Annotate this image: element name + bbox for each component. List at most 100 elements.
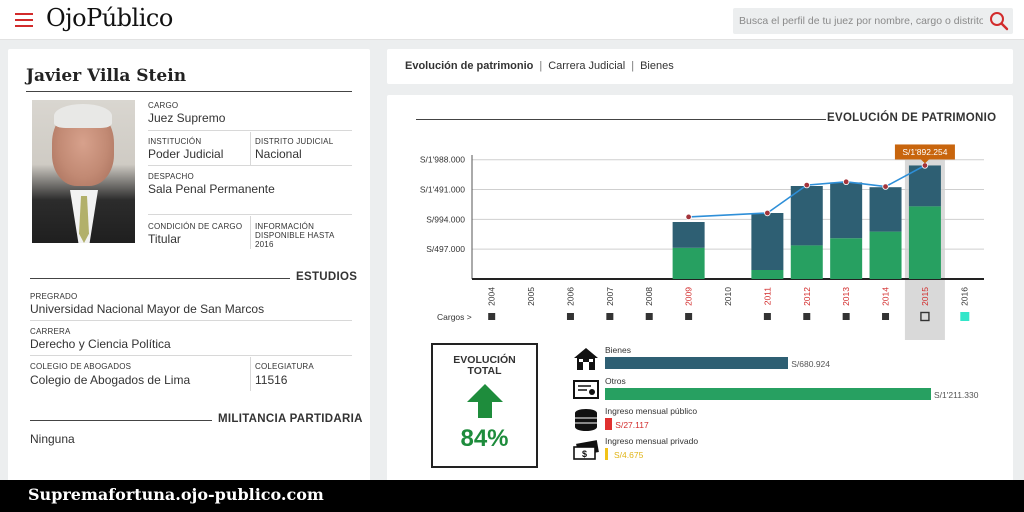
cargo-marker-2006 (566, 313, 574, 320)
legend-row: Bienes S/680.924 (573, 345, 983, 373)
bar-2011-1 (751, 213, 784, 270)
judge-name: Javier Villa Stein (26, 66, 187, 86)
bar-2015-0 (908, 206, 941, 279)
distrito-label: DISTRITO JUDICIAL (255, 137, 334, 146)
legend-bar (605, 388, 931, 400)
institucion-value: Poder Judicial (148, 147, 224, 161)
cargo-label: CARGO (148, 101, 179, 110)
cargo-marker-2007 (606, 313, 614, 320)
legend-label: Bienes (605, 345, 631, 355)
x-tick-label-2009: 2009 (684, 287, 694, 306)
x-tick-label-2007: 2007 (605, 287, 615, 306)
legend-bar (605, 418, 613, 430)
name-divider (26, 91, 352, 92)
footer-bar: Supremafortuna.ojo-publico.com (0, 480, 1024, 512)
y-tick-label: S/1'491.000 (420, 185, 465, 195)
judge-photo (32, 100, 135, 243)
institucion-label: INSTITUCIÓN (148, 137, 202, 146)
x-tick-label-2014: 2014 (881, 287, 891, 306)
evolucion-total-percent: 84% (460, 425, 509, 452)
y-tick-label: S/1'988.000 (420, 155, 465, 165)
condicion-label: CONDICIÓN DE CARGO (148, 222, 243, 231)
cargos-label: Cargos > (437, 312, 472, 322)
cargo-marker-2011 (763, 313, 771, 320)
x-tick-label-2008: 2008 (644, 287, 654, 306)
legend-label: Otros (605, 376, 626, 386)
cargo-marker-2016 (960, 312, 970, 321)
tab-bienes[interactable]: Bienes (640, 60, 674, 72)
search-input[interactable] (739, 12, 983, 30)
cargo-marker-2014 (882, 313, 890, 320)
x-tick-label-2012: 2012 (802, 287, 812, 306)
coins-icon (573, 408, 599, 432)
carrera-value: Derecho y Ciencia Política (30, 337, 171, 351)
site-url: Supremafortuna.ojo-publico.com (28, 485, 324, 504)
x-tick-label-2006: 2006 (565, 287, 575, 306)
legend-row: $ Ingreso mensual privado S/4.675 (573, 436, 983, 464)
legend-value: S/1'211.330 (934, 390, 979, 400)
legend-value: S/680.924 (791, 359, 831, 369)
bar-2013-0 (830, 238, 863, 279)
legend-row: Otros S/1'211.330 (573, 376, 983, 404)
patrimonio-chart: S/497.000 S/994.000 S/1'491.000 S/1'988.000… (420, 144, 984, 340)
tab-separator: | (631, 60, 635, 72)
house-icon (573, 347, 599, 371)
tab-evolucion-patrimonio[interactable]: Evolución de patrimonio (405, 60, 533, 72)
colegiatura-value: 11516 (255, 373, 288, 387)
distrito-value: Nacional (255, 147, 302, 161)
search-icon[interactable] (989, 11, 1009, 31)
despacho-value: Sala Penal Permanente (148, 182, 275, 196)
x-tick-label-2005: 2005 (526, 287, 536, 306)
svg-text:$: $ (582, 449, 587, 459)
top-bar: OjoPúblico (0, 0, 1024, 40)
x-tick-label-2015: 2015 (920, 287, 930, 306)
bar-2014-0 (869, 231, 902, 279)
certificate-icon (573, 378, 599, 402)
evolucion-total-box: EVOLUCIÓN TOTAL 84% (431, 343, 538, 468)
bar-2009-0 (672, 247, 705, 279)
chart-card: EVOLUCIÓN DE PATRIMONIO S/497.000 S/994.0… (387, 95, 1013, 489)
x-tick-label-2004: 2004 (487, 287, 497, 306)
cargo-marker-2009 (685, 313, 693, 320)
cargo-marker-2012 (803, 313, 811, 320)
line-point (803, 181, 810, 189)
x-tick-label-2016: 2016 (959, 287, 969, 306)
tabs-card: Evolución de patrimonio | Carrera Judicial… (387, 49, 1013, 84)
estudios-heading: ESTUDIOS (290, 271, 358, 283)
militancia-heading: MILITANCIA PARTIDARIA (212, 413, 363, 425)
bar-2011-0 (751, 270, 784, 279)
search-box (733, 8, 1013, 34)
cargo-value: Juez Supremo (148, 111, 226, 125)
colegio-label: COLEGIO DE ABOGADOS (30, 362, 132, 371)
bar-2012-1 (790, 186, 823, 246)
bar-2014-1 (869, 187, 902, 232)
legend-value: S/27.117 (615, 420, 649, 430)
tab-carrera-judicial[interactable]: Carrera Judicial (548, 60, 625, 72)
legend-value: S/4.675 (614, 450, 644, 460)
tooltip-value: S/1'892.254 (902, 147, 947, 157)
line-point (764, 209, 771, 217)
colegiatura-label: COLEGIATURA (255, 362, 314, 371)
logo[interactable]: OjoPúblico (46, 4, 173, 32)
y-tick-label: S/497.000 (426, 244, 465, 254)
militancia-value: Ninguna (30, 432, 75, 446)
legend-label: Ingreso mensual público (605, 406, 698, 416)
legend-row: Ingreso mensual público S/27.117 (573, 406, 983, 434)
arrow-up-icon (467, 384, 503, 418)
tab-separator: | (539, 60, 543, 72)
y-tick-label: S/994.000 (426, 214, 465, 224)
colegio-value: Colegio de Abogados de Lima (30, 373, 191, 387)
condicion-value: Titular (148, 232, 181, 246)
bar-2013-1 (830, 182, 863, 239)
x-tick-label-2013: 2013 (841, 287, 851, 306)
x-tick-label-2010: 2010 (723, 287, 733, 306)
menu-icon[interactable] (15, 13, 33, 27)
profile-card: Javier Villa Stein CARGO Juez Supremo IN… (8, 49, 370, 489)
bar-2012-0 (790, 245, 823, 279)
info-label: INFORMACIÓN DISPONIBLE HASTA 2016 (255, 222, 335, 249)
line-point (685, 213, 692, 221)
evolucion-total-title: EVOLUCIÓN TOTAL (453, 354, 516, 377)
line-point (842, 178, 850, 185)
cargo-marker-2008 (645, 313, 653, 320)
line-point (882, 183, 889, 190)
